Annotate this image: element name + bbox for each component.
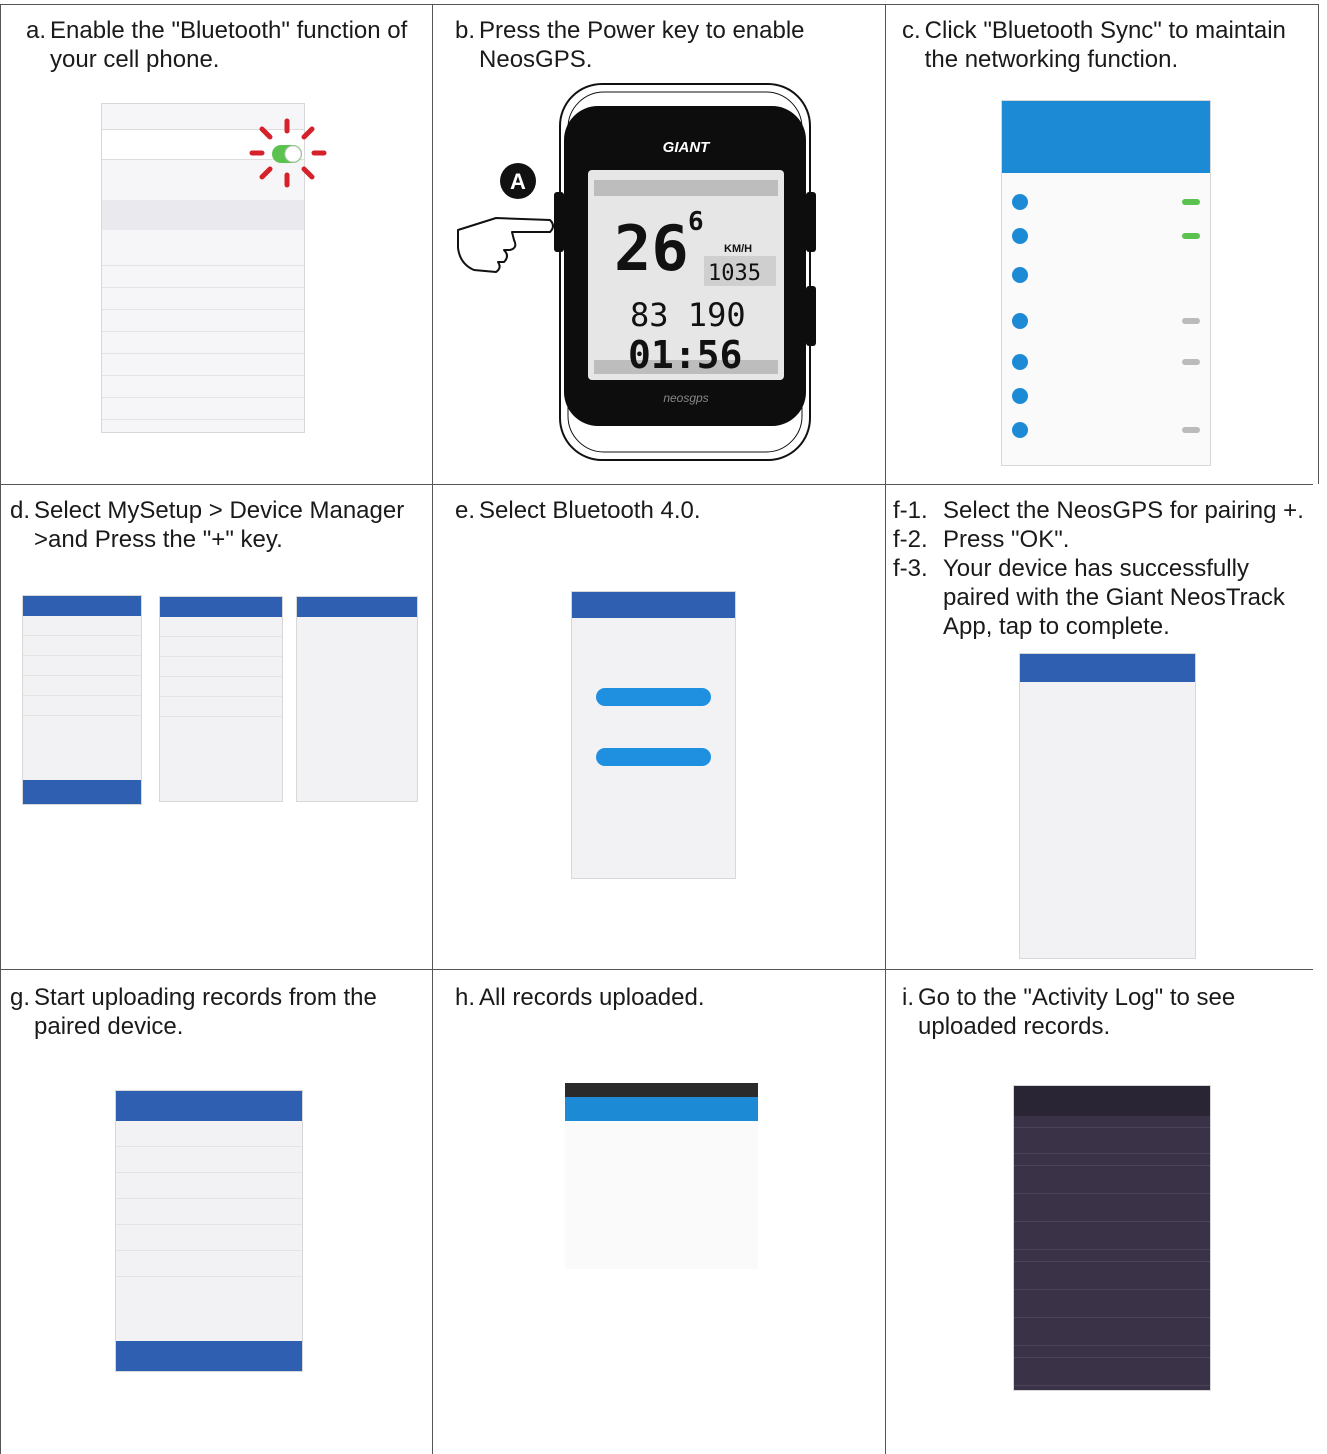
step-f2: f-2. Press "OK".: [893, 525, 1321, 554]
step-d-text: Select MySetup > Device Manager >and Pre…: [34, 497, 405, 553]
step-h: h. All records uploaded.: [455, 983, 875, 1012]
step-f-cell: f-1. Select the NeosGPS for pairing +. f…: [893, 496, 1321, 641]
step-d-label: d.: [10, 497, 31, 524]
step-i-text: Go to the "Activity Log" to see uploaded…: [918, 984, 1236, 1040]
step-d-cell: d. Select MySetup > Device Manager >and …: [10, 496, 430, 554]
step-a-text: Enable the "Bluetooth" function of your …: [50, 17, 408, 73]
step-e: e. Select Bluetooth 4.0.: [455, 496, 875, 525]
grid-line-top: [0, 4, 1318, 5]
step-g-text: Start uploading records from the paired …: [34, 984, 377, 1040]
grid-line-row2: [0, 969, 1313, 970]
step-h-cell: h. All records uploaded.: [455, 983, 875, 1012]
step-a-cell: a. Enable the "Bluetooth" function of yo…: [26, 16, 426, 74]
grid-line-col1: [432, 4, 433, 1454]
setup-screenshot: [22, 595, 142, 805]
step-i-label: i.: [902, 984, 914, 1011]
device-speed-decimal: 6: [688, 207, 704, 237]
step-h-label: h.: [455, 984, 476, 1011]
step-f3-label: f-3.: [893, 555, 928, 582]
step-g-label: g.: [10, 984, 31, 1011]
step-f2-text: Press "OK".: [943, 526, 1070, 553]
step-g-cell: g. Start uploading records from the pair…: [10, 983, 430, 1041]
step-c-text: Click "Bluetooth Sync" to maintain the n…: [924, 17, 1286, 73]
power-key-letter: A: [510, 169, 526, 194]
grid-line-left: [0, 4, 1, 1454]
step-f1: f-1. Select the NeosGPS for pairing +.: [893, 496, 1321, 525]
step-f1-label: f-1.: [893, 497, 928, 524]
grid-line-right: [1318, 4, 1319, 484]
android-settings-screenshot: [1001, 100, 1211, 466]
step-f3-text: Your device has successfully paired with…: [943, 555, 1285, 640]
step-f2-label: f-2.: [893, 526, 928, 553]
grid-line-row1: [0, 484, 1313, 485]
step-b-text: Press the Power key to enable NeosGPS.: [479, 17, 805, 73]
device-distance: 83 190: [630, 296, 746, 334]
step-c-label: c.: [902, 17, 921, 44]
setup-upload-screenshot: [115, 1090, 303, 1372]
mysetup-screenshot: [159, 596, 283, 802]
step-i-cell: i. Go to the "Activity Log" to see uploa…: [902, 983, 1314, 1041]
step-i: i. Go to the "Activity Log" to see uploa…: [902, 983, 1314, 1041]
step-b-label: b.: [455, 17, 476, 44]
device-time: 01:56: [628, 333, 742, 377]
device-altitude: 1035: [708, 261, 761, 286]
step-h-text: All records uploaded.: [479, 984, 705, 1011]
step-g: g. Start uploading records from the pair…: [10, 983, 430, 1041]
step-e-label: e.: [455, 497, 476, 524]
step-b-cell: b. Press the Power key to enable NeosGPS…: [455, 16, 875, 74]
bluetooth-version-screenshot: [571, 591, 736, 879]
step-c: c. Click "Bluetooth Sync" to maintain th…: [902, 16, 1314, 74]
upload-complete-screenshot: [565, 1083, 758, 1269]
step-b: b. Press the Power key to enable NeosGPS…: [455, 16, 875, 74]
device-brand: GIANT: [663, 139, 712, 156]
step-a: a. Enable the "Bluetooth" function of yo…: [26, 16, 426, 74]
device-unit: KM/H: [724, 243, 752, 255]
step-f3: f-3. Your device has successfully paired…: [893, 554, 1321, 641]
step-e-cell: e. Select Bluetooth 4.0.: [455, 496, 875, 525]
device-manager-screenshot: [296, 596, 418, 802]
activity-log-screenshot: [1013, 1085, 1211, 1391]
step-c-cell: c. Click "Bluetooth Sync" to maintain th…: [902, 16, 1314, 74]
step-f1-text: Select the NeosGPS for pairing +.: [943, 497, 1304, 524]
bluetooth-toggle-highlight-icon: [249, 118, 327, 188]
device-speed: 26: [614, 212, 689, 285]
device-model: neosgps: [663, 391, 708, 405]
gps-device-illustration: A GIANT 26 6 KM/H 1035 83 190 01:56 neos…: [457, 83, 816, 461]
enter-uuid-screenshot: [1019, 653, 1196, 959]
grid-line-col2: [885, 4, 886, 1454]
step-a-label: a.: [26, 17, 47, 44]
step-d: d. Select MySetup > Device Manager >and …: [10, 496, 430, 554]
step-e-text: Select Bluetooth 4.0.: [479, 497, 701, 524]
